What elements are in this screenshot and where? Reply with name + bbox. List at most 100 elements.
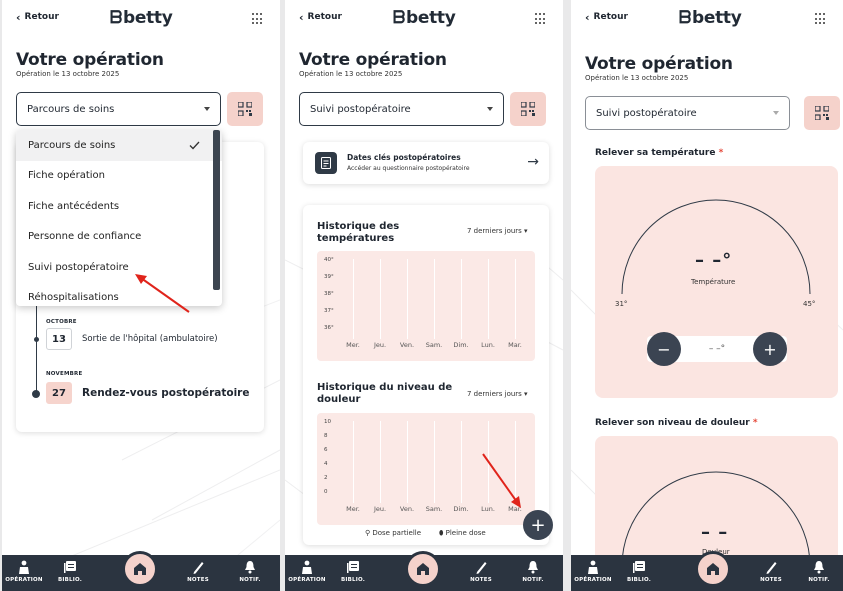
nav-notif[interactable]: NOTIF. bbox=[511, 560, 555, 583]
nav-operation[interactable]: OPÉRATION bbox=[2, 560, 46, 583]
pain-x-tick: Ven. bbox=[399, 505, 415, 513]
home-button[interactable] bbox=[405, 551, 441, 587]
page-title: Votre opération bbox=[16, 50, 164, 70]
nav-notes[interactable]: NOTES bbox=[749, 560, 793, 583]
pencil-icon bbox=[193, 562, 204, 574]
screens-stage: ‹ Retour ᗷbetty Votre opération Opératio… bbox=[0, 0, 843, 591]
dropdown-item-label: Fiche antécédents bbox=[28, 200, 120, 212]
temp-x-tick: Lun. bbox=[481, 341, 495, 349]
apps-grid-icon[interactable] bbox=[815, 13, 827, 25]
temp-history-title: Historique des températures bbox=[317, 221, 400, 244]
temp-y-tick: 37° bbox=[324, 308, 334, 314]
pain-x-tick: Sam. bbox=[425, 505, 443, 513]
nav-label: NOTIF. bbox=[808, 577, 830, 583]
nav-biblio[interactable]: BIBLIO. bbox=[48, 560, 92, 583]
legend-partial-label: Dose partielle bbox=[372, 529, 422, 537]
arrow-right-icon: → bbox=[527, 154, 539, 170]
logo-text: betty bbox=[122, 8, 173, 28]
qr-code-button[interactable] bbox=[804, 96, 840, 130]
section-select[interactable]: Suivi postopératoire bbox=[585, 96, 790, 130]
dropdown-item[interactable]: Réhospitalisations bbox=[16, 283, 222, 303]
page-subtitle: Opération le 13 octobre 2025 bbox=[585, 74, 689, 82]
pain-y-tick: 4 bbox=[324, 461, 328, 467]
nav-notif[interactable]: NOTIF. bbox=[228, 560, 272, 583]
select-value: Parcours de soins bbox=[27, 103, 115, 115]
home-icon bbox=[707, 563, 719, 575]
check-icon bbox=[189, 141, 200, 150]
key-dates-card[interactable]: Dates clés postopératoires Accéder au qu… bbox=[303, 142, 549, 184]
required-mark: * bbox=[718, 148, 724, 158]
betty-logo: ᗷbetty bbox=[393, 8, 456, 28]
back-button[interactable]: ‹ Retour bbox=[16, 12, 59, 23]
dropdown-item[interactable]: Suivi postopératoire bbox=[16, 252, 222, 283]
nav-label: NOTES bbox=[470, 577, 492, 583]
back-button[interactable]: ‹ Retour bbox=[585, 12, 628, 23]
apps-grid-icon[interactable] bbox=[252, 13, 264, 25]
temp-range-label: 7 derniers jours bbox=[467, 227, 522, 235]
pain-label-text: Relever son niveau de douleur bbox=[595, 418, 750, 428]
home-icon bbox=[134, 563, 146, 575]
nav-operation[interactable]: OPÉRATION bbox=[285, 560, 329, 583]
dropdown-item[interactable]: Personne de confiance bbox=[16, 222, 222, 253]
nav-notif[interactable]: NOTIF. bbox=[797, 560, 841, 583]
top-bar: ‹ Retour ᗷbetty bbox=[571, 0, 843, 38]
document-icon bbox=[315, 152, 337, 174]
pain-x-tick: Lun. bbox=[481, 505, 495, 513]
select-value: Suivi postopératoire bbox=[596, 107, 697, 119]
dropdown-item[interactable]: Fiche antécédents bbox=[16, 191, 222, 222]
qr-code-button[interactable] bbox=[510, 92, 546, 126]
nav-notes[interactable]: NOTES bbox=[176, 560, 220, 583]
section-select[interactable]: Suivi postopératoire bbox=[299, 92, 504, 126]
nav-biblio[interactable]: BIBLIO. bbox=[331, 560, 375, 583]
pain-range-select[interactable]: 7 derniers jours ▾ bbox=[467, 390, 528, 398]
temperature-label-text: Relever sa température bbox=[595, 148, 716, 158]
home-button[interactable] bbox=[695, 551, 731, 587]
page-title: Votre opération bbox=[299, 50, 447, 70]
page-subtitle: Opération le 13 octobre 2025 bbox=[299, 70, 403, 78]
person-icon bbox=[588, 560, 598, 574]
timeline-event-text[interactable]: Rendez-vous postopératoire bbox=[82, 387, 249, 399]
qr-code-button[interactable] bbox=[227, 92, 263, 126]
logo-b-glyph: ᗷ bbox=[679, 8, 691, 28]
temperature-gauge-arc[interactable] bbox=[595, 166, 838, 316]
grid-line bbox=[461, 259, 462, 339]
dropdown-scrollbar[interactable] bbox=[213, 130, 220, 290]
top-bar: ‹ Retour ᗷbetty bbox=[285, 0, 563, 38]
nav-biblio[interactable]: BIBLIO. bbox=[617, 560, 661, 583]
dropdown-item-label: Réhospitalisations bbox=[28, 291, 119, 303]
apps-grid-icon[interactable] bbox=[535, 13, 547, 25]
logo-text: betty bbox=[405, 8, 456, 28]
home-button[interactable] bbox=[122, 551, 158, 587]
temp-range-select[interactable]: 7 derniers jours ▾ bbox=[467, 227, 528, 235]
pain-x-tick: Mar. bbox=[508, 505, 522, 513]
home-icon bbox=[417, 563, 429, 575]
increment-button[interactable]: + bbox=[753, 332, 787, 366]
nav-notes[interactable]: NOTES bbox=[459, 560, 503, 583]
nav-operation[interactable]: OPÉRATION bbox=[571, 560, 615, 583]
dropdown-item[interactable]: Parcours de soins bbox=[16, 130, 222, 161]
temp-x-tick: Mer. bbox=[346, 341, 360, 349]
caret-down-icon bbox=[773, 111, 779, 115]
grid-line bbox=[461, 421, 462, 503]
legend-full-dose: ⬮ Pleine dose bbox=[439, 529, 486, 537]
grid-line bbox=[515, 421, 516, 503]
pain-range-label: 7 derniers jours bbox=[467, 390, 522, 398]
history-card: Historique des températures 7 derniers j… bbox=[303, 205, 549, 545]
timeline-event-text[interactable]: Sortie de l'hôpital (ambulatoire) bbox=[82, 334, 218, 344]
logo-b-glyph: ᗷ bbox=[110, 8, 122, 28]
section-select[interactable]: Parcours de soins bbox=[16, 92, 221, 126]
section-dropdown-menu: Parcours de soins Fiche opération Fiche … bbox=[16, 130, 222, 306]
temp-chart: 40° 39° 38° 37° 36° Mer. Jeu. Ven. Sam. … bbox=[317, 251, 535, 361]
add-fab-button[interactable]: + bbox=[523, 510, 553, 540]
page-title: Votre opération bbox=[585, 54, 733, 74]
temperature-gauge-label: Température bbox=[691, 278, 736, 286]
back-button[interactable]: ‹ Retour bbox=[299, 12, 342, 23]
dropdown-item-label: Suivi postopératoire bbox=[28, 261, 129, 273]
pain-chart: 10 8 6 4 2 0 Mer. Jeu. Ven. Sam. Dim. Lu… bbox=[317, 413, 535, 525]
caret-down-icon bbox=[487, 107, 493, 111]
grid-line bbox=[434, 259, 435, 339]
dropdown-item[interactable]: Fiche opération bbox=[16, 161, 222, 192]
qr-code-icon bbox=[815, 106, 829, 120]
decrement-button[interactable]: − bbox=[647, 332, 681, 366]
back-label: Retour bbox=[307, 12, 342, 22]
